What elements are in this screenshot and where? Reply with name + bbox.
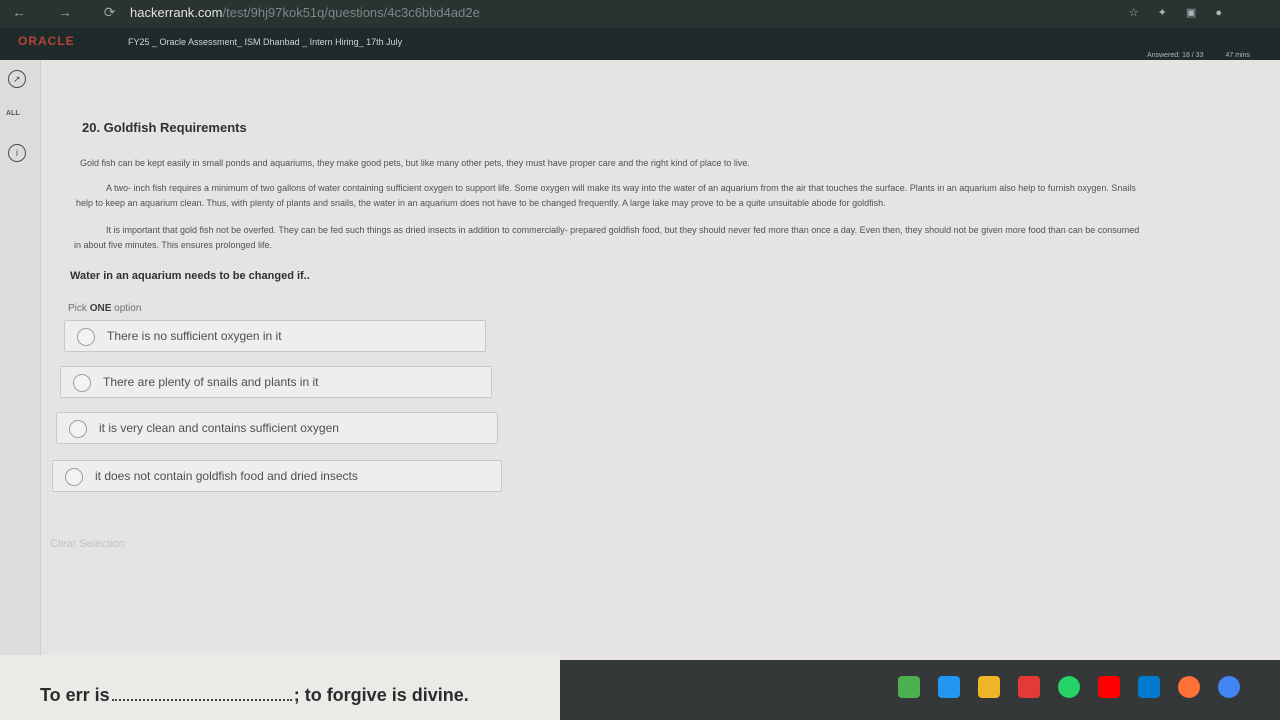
answer-option-3[interactable]: it is very clean and contains sufficient… (56, 412, 498, 444)
oracle-logo: ORACLE (18, 34, 75, 48)
radio-button[interactable] (65, 468, 83, 486)
browser-toolbar: ← → ⟳ hackerrank.com/test/9hj97kok51q/qu… (0, 0, 1280, 28)
url-path: /test/9hj97kok51q/questions/4c3c6bbd4ad2… (222, 5, 480, 20)
radio-button[interactable] (73, 374, 91, 392)
paper-text: To err is; to forgive is divine. (40, 685, 469, 705)
info-icon[interactable]: i (8, 144, 26, 162)
address-bar[interactable]: hackerrank.com/test/9hj97kok51q/question… (130, 5, 480, 20)
question-prompt: Water in an aquarium needs to be changed… (70, 270, 310, 282)
radio-button[interactable] (69, 420, 87, 438)
vscode-icon[interactable] (1138, 676, 1160, 698)
passage-paragraph: help to keep an aquarium clean. Thus, wi… (76, 198, 886, 208)
youtube-icon[interactable] (1098, 676, 1120, 698)
radio-button[interactable] (77, 328, 95, 346)
answer-option-2[interactable]: There are plenty of snails and plants in… (60, 366, 492, 398)
answer-option-1[interactable]: There is no sufficient oxygen in it (64, 320, 486, 352)
taskbar (898, 676, 1240, 698)
all-questions-label[interactable]: ALL (6, 110, 20, 117)
foreground-paper: To err is; to forgive is divine. (0, 655, 560, 720)
compass-icon[interactable]: ➚ (8, 70, 26, 88)
option-label: it is very clean and contains sufficient… (99, 421, 339, 435)
test-title: FY25 _ Oracle Assessment_ ISM Dhanbad _ … (128, 37, 403, 47)
passage-paragraph: in about five minutes. This ensures prol… (74, 240, 272, 250)
media-icon[interactable] (1018, 676, 1040, 698)
question-title: 20. Goldfish Requirements (82, 120, 247, 135)
passage-paragraph: It is important that gold fish not be ov… (106, 225, 1140, 235)
folder-icon[interactable] (978, 676, 1000, 698)
browser-nav-icons[interactable]: ← → ⟳ (12, 4, 130, 21)
answered-count: Answered: 18 / 33 (1147, 52, 1204, 59)
pick-one-label: Pick ONE option (68, 303, 142, 314)
url-host: hackerrank.com (130, 5, 223, 20)
answer-option-4[interactable]: it does not contain goldfish food and dr… (52, 460, 502, 492)
extension-icons[interactable]: ☆ ✦ ▣ ● (1129, 6, 1230, 19)
option-label: There are plenty of snails and plants in… (103, 375, 319, 389)
passage-paragraph: A two- inch fish requires a minimum of t… (106, 183, 1136, 193)
mail-icon[interactable] (938, 676, 960, 698)
option-label: it does not contain goldfish food and dr… (95, 469, 358, 483)
whatsapp-icon[interactable] (1058, 676, 1080, 698)
question-nav-rail: ➚ ALL i (0, 60, 41, 660)
blank-line (111, 699, 292, 701)
app-icon[interactable] (898, 676, 920, 698)
time-remaining: 47 mins (1225, 52, 1250, 59)
passage-paragraph: Gold fish can be kept easily in small po… (80, 158, 750, 168)
option-label: There is no sufficient oxygen in it (107, 329, 282, 343)
firefox-icon[interactable] (1178, 676, 1200, 698)
question-page: ➚ ALL i 20. Goldfish Requirements Gold f… (0, 60, 1280, 660)
question-content: 20. Goldfish Requirements Gold fish can … (50, 60, 1270, 660)
clear-selection-link[interactable]: Clear Selection (50, 538, 125, 550)
header-status: Answered: 18 / 33 47 mins (1147, 52, 1250, 59)
chrome-icon[interactable] (1218, 676, 1240, 698)
app-header: ORACLE FY25 _ Oracle Assessment_ ISM Dha… (0, 28, 1280, 60)
